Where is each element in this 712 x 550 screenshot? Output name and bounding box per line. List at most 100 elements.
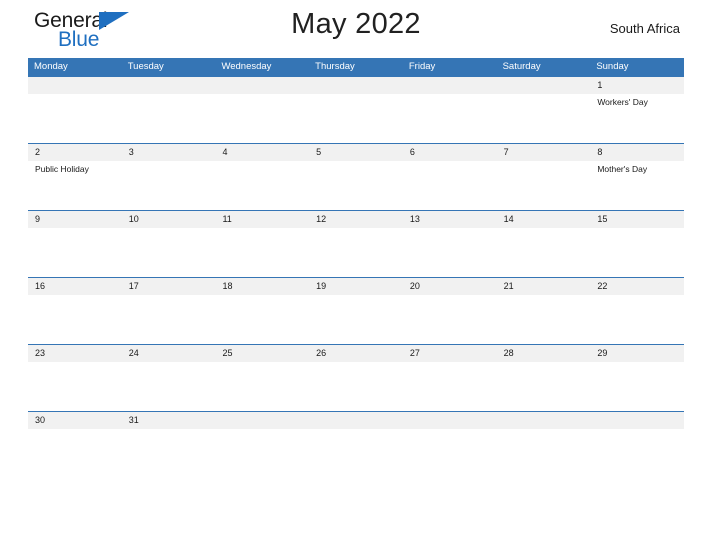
day-cell[interactable] xyxy=(309,94,403,143)
day-cell[interactable] xyxy=(28,362,122,411)
day-number[interactable]: 22 xyxy=(590,278,684,295)
day-number[interactable]: 2 xyxy=(28,144,122,161)
week-row: 30 31 xyxy=(28,411,684,429)
week-event-strip: Workers' Day xyxy=(28,94,684,143)
day-number[interactable]: 3 xyxy=(122,144,216,161)
weekday-thursday: Thursday xyxy=(315,61,355,72)
day-cell[interactable] xyxy=(309,362,403,411)
day-cell[interactable] xyxy=(28,94,122,143)
day-number[interactable]: 14 xyxy=(497,211,591,228)
day-number[interactable]: 17 xyxy=(122,278,216,295)
day-cell[interactable] xyxy=(590,228,684,277)
day-number[interactable] xyxy=(215,412,309,429)
day-cell[interactable] xyxy=(403,295,497,344)
page-title: May 2022 xyxy=(291,8,421,40)
day-number[interactable]: 8 xyxy=(590,144,684,161)
weekday-monday: Monday xyxy=(34,61,68,72)
weekday-sunday: Sunday xyxy=(596,61,629,72)
day-event: Public Holiday xyxy=(35,164,89,174)
day-cell[interactable] xyxy=(122,295,216,344)
week-row: 9 10 11 12 13 14 15 xyxy=(28,210,684,277)
day-cell[interactable] xyxy=(28,295,122,344)
weekday-saturday: Saturday xyxy=(502,61,541,72)
day-number[interactable]: 13 xyxy=(403,211,497,228)
day-number[interactable]: 28 xyxy=(497,345,591,362)
day-number[interactable] xyxy=(309,412,403,429)
day-number[interactable]: 30 xyxy=(28,412,122,429)
day-number[interactable] xyxy=(309,77,403,94)
day-number[interactable]: 6 xyxy=(403,144,497,161)
day-cell[interactable] xyxy=(590,362,684,411)
day-number[interactable]: 29 xyxy=(590,345,684,362)
day-number[interactable]: 4 xyxy=(215,144,309,161)
day-cell[interactable]: Public Holiday xyxy=(28,161,122,210)
day-number[interactable]: 9 xyxy=(28,211,122,228)
day-cell[interactable] xyxy=(122,161,216,210)
day-number[interactable] xyxy=(28,77,122,94)
calendar-page: General Blue May 2022 South Africa Monda… xyxy=(0,0,712,550)
calendar-grid: Monday Tuesday Wednesday Thursday Friday… xyxy=(28,58,684,429)
day-cell[interactable] xyxy=(215,362,309,411)
day-number[interactable]: 21 xyxy=(497,278,591,295)
day-number[interactable]: 12 xyxy=(309,211,403,228)
day-cell[interactable] xyxy=(215,228,309,277)
day-number[interactable] xyxy=(403,77,497,94)
day-number[interactable]: 18 xyxy=(215,278,309,295)
day-number[interactable] xyxy=(497,412,591,429)
weekday-tuesday: Tuesday xyxy=(127,61,164,72)
day-number[interactable]: 10 xyxy=(122,211,216,228)
day-cell[interactable] xyxy=(590,295,684,344)
day-number[interactable]: 24 xyxy=(122,345,216,362)
day-number[interactable] xyxy=(122,77,216,94)
day-cell[interactable] xyxy=(497,295,591,344)
day-number[interactable] xyxy=(215,77,309,94)
week-event-strip xyxy=(28,228,684,277)
day-cell[interactable] xyxy=(497,362,591,411)
day-cell[interactable] xyxy=(403,94,497,143)
week-event-strip xyxy=(28,295,684,344)
day-cell[interactable] xyxy=(122,228,216,277)
week-event-strip: Public Holiday Mother's Day xyxy=(28,161,684,210)
day-cell[interactable] xyxy=(309,228,403,277)
day-cell[interactable]: Workers' Day xyxy=(590,94,684,143)
day-number[interactable]: 25 xyxy=(215,345,309,362)
day-number[interactable]: 31 xyxy=(122,412,216,429)
day-cell[interactable] xyxy=(309,295,403,344)
day-number[interactable]: 15 xyxy=(590,211,684,228)
day-cell[interactable] xyxy=(122,94,216,143)
day-number[interactable] xyxy=(403,412,497,429)
day-cell[interactable] xyxy=(403,362,497,411)
day-number[interactable]: 20 xyxy=(403,278,497,295)
day-cell[interactable] xyxy=(497,228,591,277)
day-number[interactable] xyxy=(497,77,591,94)
day-event: Workers' Day xyxy=(597,97,648,107)
day-cell[interactable] xyxy=(215,94,309,143)
day-cell[interactable] xyxy=(215,295,309,344)
day-cell[interactable]: Mother's Day xyxy=(590,161,684,210)
day-cell[interactable] xyxy=(215,161,309,210)
day-event: Mother's Day xyxy=(597,164,648,174)
day-cell[interactable] xyxy=(309,161,403,210)
day-cell[interactable] xyxy=(403,228,497,277)
day-cell[interactable] xyxy=(403,161,497,210)
day-cell[interactable] xyxy=(122,362,216,411)
day-cell[interactable] xyxy=(497,161,591,210)
page-header: General Blue May 2022 South Africa xyxy=(28,0,684,58)
day-number[interactable]: 19 xyxy=(309,278,403,295)
country-label: South Africa xyxy=(609,21,680,36)
day-number[interactable]: 23 xyxy=(28,345,122,362)
day-number[interactable]: 26 xyxy=(309,345,403,362)
day-number[interactable]: 1 xyxy=(590,77,684,94)
week-daynumber-strip: 16 17 18 19 20 21 22 xyxy=(28,278,684,295)
day-number[interactable]: 11 xyxy=(215,211,309,228)
week-daynumber-strip: 1 xyxy=(28,77,684,94)
week-row: 16 17 18 19 20 21 22 xyxy=(28,277,684,344)
day-number[interactable]: 16 xyxy=(28,278,122,295)
day-cell[interactable] xyxy=(497,94,591,143)
week-daynumber-strip: 30 31 xyxy=(28,412,684,429)
day-number[interactable]: 27 xyxy=(403,345,497,362)
day-cell[interactable] xyxy=(28,228,122,277)
day-number[interactable]: 7 xyxy=(497,144,591,161)
day-number[interactable] xyxy=(590,412,684,429)
day-number[interactable]: 5 xyxy=(309,144,403,161)
